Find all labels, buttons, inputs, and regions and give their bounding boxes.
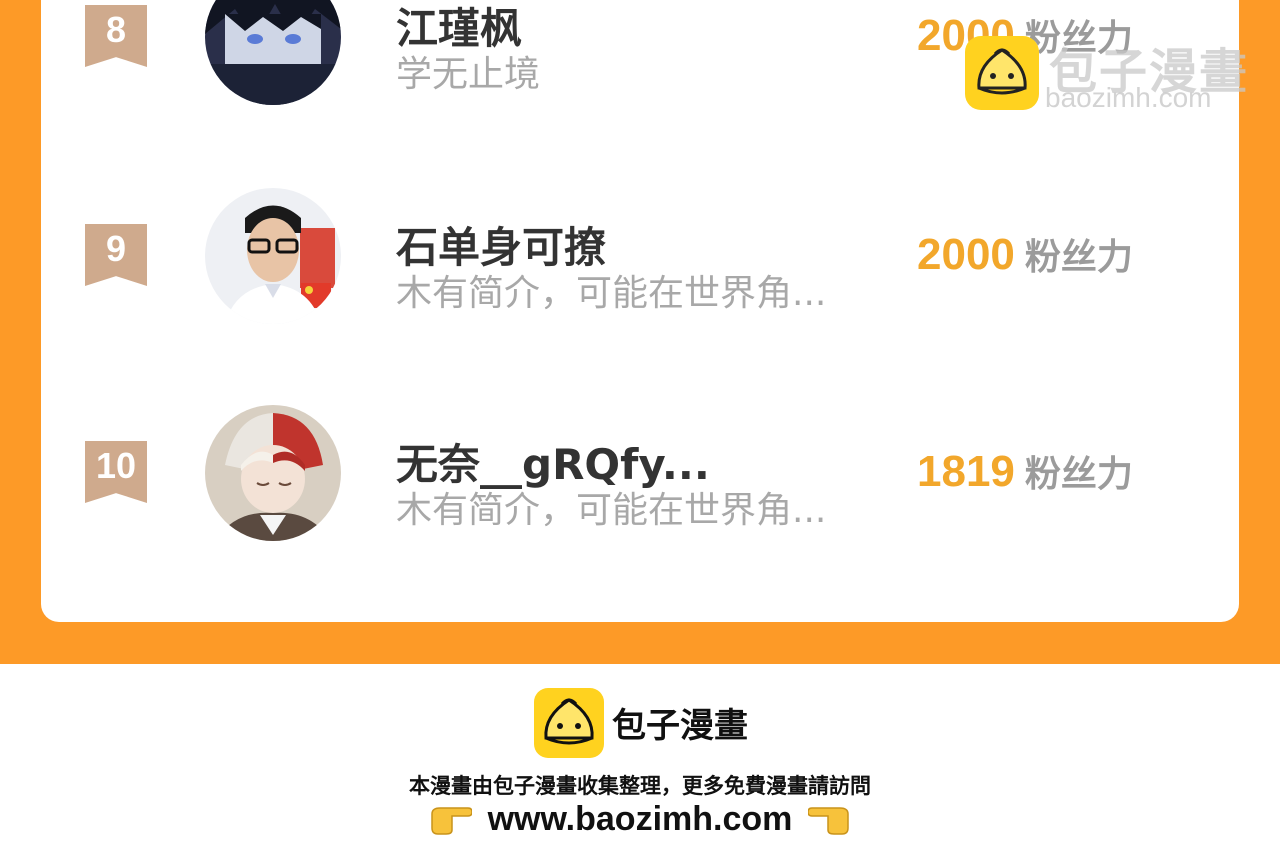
rank-badge: 10	[85, 441, 147, 503]
footer-url-row: www.baozimh.com	[0, 800, 1280, 839]
avatar[interactable]	[205, 405, 341, 541]
footer-note: 本漫畫由包子漫畫收集整理，更多免費漫畫請訪問	[409, 774, 871, 798]
rank-badge: 8	[85, 5, 147, 67]
avatar[interactable]	[205, 0, 341, 105]
watermark-url: baozimh.com	[1045, 82, 1212, 113]
fans-label: 粉丝力	[1024, 454, 1133, 495]
bun-logo-icon	[965, 36, 1039, 110]
fans-count: 2000 粉丝力	[917, 228, 1133, 280]
bun-logo-icon	[534, 688, 604, 758]
ranking-row[interactable]: 10 无奈__gRQfy... 木有简介，可能在世界角... 1819 粉丝力	[41, 405, 1239, 545]
fans-count: 1819 粉丝力	[917, 445, 1133, 497]
fans-number: 2000	[917, 230, 1015, 279]
user-bio: 学无止境	[396, 54, 541, 95]
avatar[interactable]	[205, 188, 341, 324]
pointing-left-hand-icon	[808, 806, 850, 835]
fans-label: 粉丝力	[1024, 237, 1133, 278]
ranking-row[interactable]: 9 石单身可撩 木有简介，可能在世界角... 2000 粉丝力	[41, 188, 1239, 328]
fans-number: 1819	[917, 447, 1015, 496]
watermark: 包子漫畫 baozimh.com	[965, 32, 1265, 122]
rank-badge: 9	[85, 224, 147, 286]
footer-url-link[interactable]: www.baozimh.com	[488, 800, 793, 838]
footer-brand: 包子漫畫	[612, 706, 748, 746]
user-bio: 木有简介，可能在世界角...	[396, 490, 827, 531]
pointing-right-hand-icon	[430, 806, 472, 835]
user-bio: 木有简介，可能在世界角...	[396, 273, 827, 314]
